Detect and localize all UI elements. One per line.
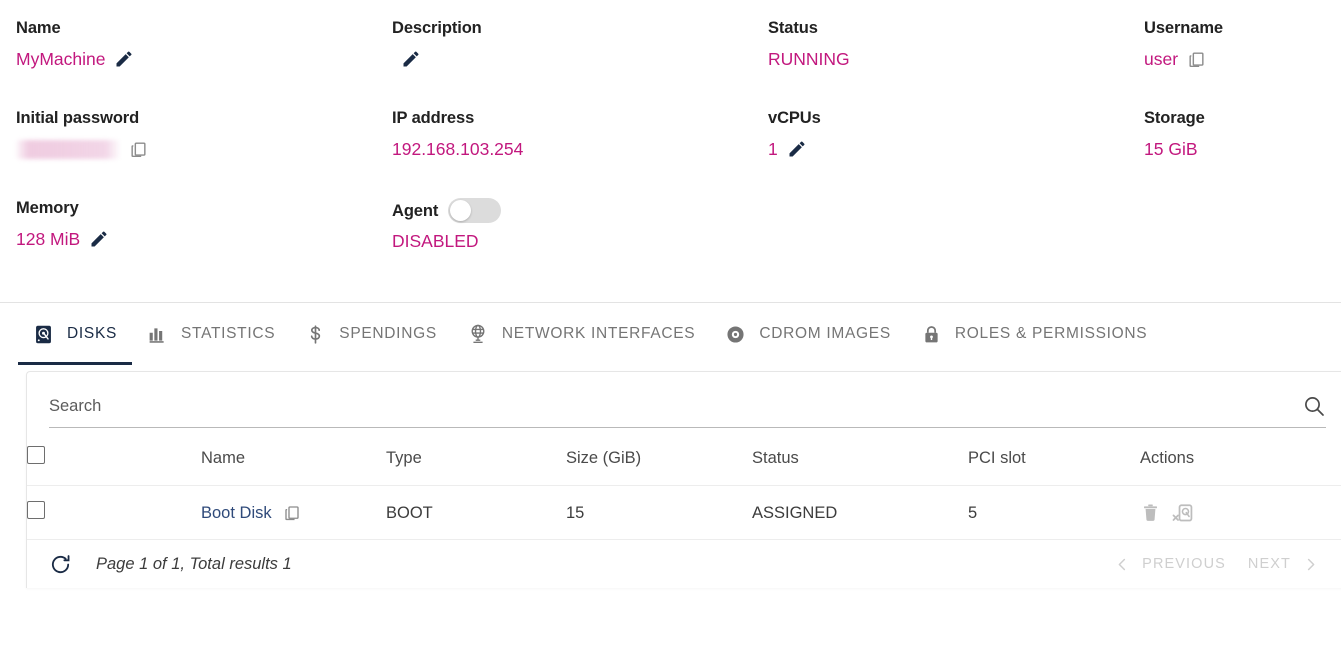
select-all-checkbox[interactable] — [27, 446, 45, 464]
row-type-cell: BOOT — [386, 485, 566, 540]
chevron-left-icon — [1118, 558, 1126, 570]
machine-summary: Name MyMachine Description Status RUNNIN… — [0, 0, 1341, 288]
disks-table: Name Type Size (GiB) Status PCI slot Act… — [27, 428, 1341, 540]
field-storage-value: 15 GiB — [1144, 139, 1198, 159]
field-name-label: Name — [16, 19, 61, 37]
disk-name-link[interactable]: Boot Disk — [201, 503, 272, 523]
column-status: Status — [752, 428, 968, 486]
column-type: Type — [386, 428, 566, 486]
disc-icon — [725, 324, 746, 345]
previous-page-button[interactable]: PREVIOUS — [1107, 552, 1234, 576]
field-name-value: MyMachine — [16, 49, 106, 69]
field-username-value: user — [1144, 49, 1179, 69]
field-description-label: Description — [392, 19, 482, 37]
search-input[interactable] — [49, 396, 1302, 416]
row-pci-slot-cell: 5 — [968, 485, 1140, 540]
tab-disks[interactable]: DISKS — [18, 303, 133, 365]
field-username-label: Username — [1144, 19, 1223, 37]
field-ip-address: IP address 192.168.103.254 — [376, 108, 752, 198]
search-icon[interactable] — [1302, 394, 1326, 418]
tab-cdrom-images-label: CDROM IMAGES — [759, 325, 891, 342]
field-status: Status RUNNING — [752, 18, 1128, 108]
disks-table-card: Name Type Size (GiB) Status PCI slot Act… — [26, 371, 1341, 588]
field-description: Description — [376, 18, 752, 108]
tab-spendings-label: SPENDINGS — [339, 325, 437, 342]
toggle-knob — [450, 200, 472, 221]
pencil-icon[interactable] — [89, 229, 109, 249]
dollar-icon — [305, 324, 326, 345]
status-badge: RUNNING — [768, 49, 850, 69]
field-status-label: Status — [768, 19, 818, 37]
column-size: Size (GiB) — [566, 428, 752, 486]
field-vcpus-value: 1 — [768, 139, 778, 159]
refresh-icon[interactable] — [49, 553, 72, 576]
table-footer: Page 1 of 1, Total results 1 PREVIOUS NE… — [27, 540, 1341, 588]
redacted-password-value — [16, 139, 120, 159]
harddisk-icon — [33, 324, 54, 345]
field-agent-label: Agent — [392, 201, 439, 220]
detach-disk-icon[interactable] — [1172, 502, 1194, 524]
tab-network-interfaces-label: NETWORK INTERFACES — [501, 325, 696, 342]
search-section — [27, 372, 1341, 428]
field-initial-password-label: Initial password — [16, 109, 140, 127]
tab-spendings[interactable]: SPENDINGS — [290, 303, 452, 365]
tab-cdrom-images[interactable]: CDROM IMAGES — [710, 303, 906, 365]
row-select-cell — [27, 485, 201, 540]
row-size-cell: 15 — [566, 485, 752, 540]
copy-icon[interactable] — [129, 140, 148, 159]
barchart-icon — [147, 324, 168, 345]
tab-statistics-label: STATISTICS — [181, 325, 276, 342]
field-username: Username user — [1128, 18, 1341, 108]
copy-icon[interactable] — [283, 504, 301, 522]
pencil-icon[interactable] — [401, 49, 421, 69]
agent-toggle-switch[interactable] — [448, 198, 502, 223]
column-name: Name — [201, 428, 386, 486]
pencil-icon[interactable] — [114, 49, 134, 69]
column-actions: Actions — [1140, 428, 1341, 486]
tab-roles-permissions[interactable]: ROLES & PERMISSIONS — [906, 303, 1162, 365]
field-storage-label: Storage — [1144, 109, 1205, 127]
field-storage: Storage 15 GiB — [1128, 108, 1341, 198]
pencil-icon[interactable] — [787, 139, 807, 159]
field-memory-label: Memory — [16, 199, 79, 217]
tab-bar: DISKS STATISTICS SPENDINGS NETWORK INTER… — [0, 303, 1341, 365]
lock-icon — [921, 324, 942, 345]
field-vcpus-label: vCPUs — [768, 109, 821, 127]
table-header-row: Name Type Size (GiB) Status PCI slot Act… — [27, 428, 1341, 486]
field-vcpus: vCPUs 1 — [752, 108, 1128, 198]
field-agent-value: DISABLED — [392, 231, 479, 251]
field-initial-password: Initial password — [0, 108, 376, 198]
field-ip-address-label: IP address — [392, 109, 475, 127]
previous-page-label: PREVIOUS — [1142, 556, 1226, 572]
field-name: Name MyMachine — [0, 18, 376, 108]
next-page-button[interactable]: NEXT — [1240, 552, 1326, 576]
globe-icon — [467, 323, 489, 345]
field-memory-value: 128 MiB — [16, 229, 81, 249]
copy-icon[interactable] — [1187, 50, 1206, 69]
pagination-info: Page 1 of 1, Total results 1 — [96, 554, 292, 573]
tab-disks-label: DISKS — [67, 325, 118, 342]
row-checkbox[interactable] — [27, 501, 45, 519]
field-ip-address-value: 192.168.103.254 — [392, 139, 524, 159]
tab-network-interfaces[interactable]: NETWORK INTERFACES — [452, 303, 710, 365]
row-status-cell: ASSIGNED — [752, 485, 968, 540]
tab-roles-permissions-label: ROLES & PERMISSIONS — [954, 325, 1148, 342]
table-row: Boot Disk BOOT 15 ASSIGNED 5 — [27, 485, 1341, 540]
chevron-right-icon — [1307, 558, 1315, 570]
tab-statistics[interactable]: STATISTICS — [132, 303, 290, 365]
row-name-cell: Boot Disk — [201, 485, 386, 540]
delete-icon[interactable] — [1140, 502, 1161, 523]
column-select-all — [27, 428, 201, 486]
row-actions-cell — [1140, 485, 1341, 540]
next-page-label: NEXT — [1247, 556, 1291, 572]
field-memory: Memory 128 MiB — [0, 198, 376, 288]
column-pci-slot: PCI slot — [968, 428, 1140, 486]
field-agent: Agent DISABLED — [376, 198, 752, 288]
